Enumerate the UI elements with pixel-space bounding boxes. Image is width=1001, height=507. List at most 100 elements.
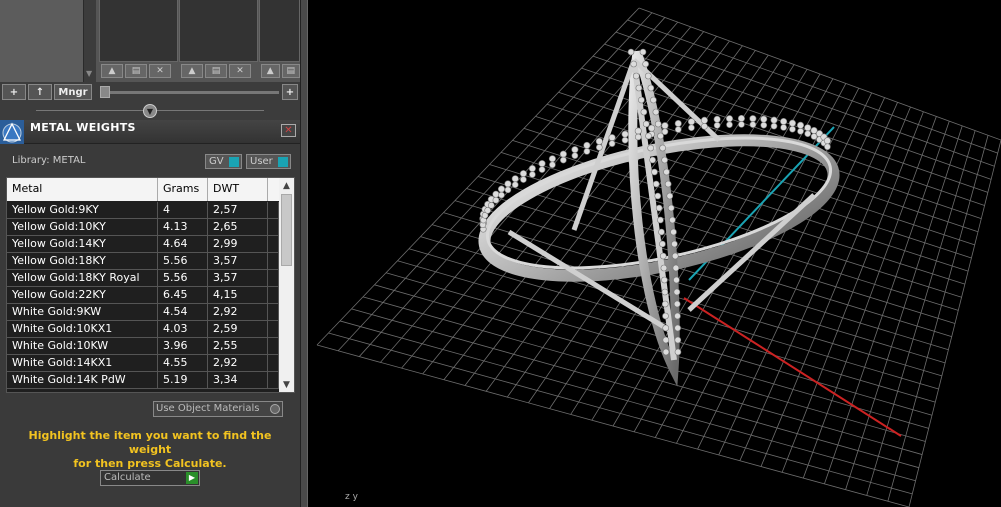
bead <box>642 120 650 128</box>
bead <box>621 136 629 144</box>
bead <box>548 155 556 163</box>
metal-weights-table: Metal Grams DWT Yellow Gold:9KY 4 2,57 Yell… <box>6 177 295 393</box>
move-up-button[interactable]: ↑ <box>28 84 52 100</box>
column-header-dwt[interactable]: DWT <box>208 178 268 201</box>
cell-empty <box>268 287 279 303</box>
material-thumbnail[interactable] <box>179 0 258 62</box>
cell-empty <box>268 253 279 269</box>
close-icon[interactable]: ✕ <box>281 124 296 137</box>
material-thumbnail[interactable] <box>99 0 178 62</box>
table-row[interactable]: White Gold:10KW 3.96 2,55 <box>7 338 279 355</box>
calculate-button[interactable]: Calculate ▶ <box>100 470 200 486</box>
user-toggle[interactable]: User <box>246 154 291 169</box>
bead <box>797 127 804 135</box>
table-row[interactable]: Yellow Gold:22KY 6.45 4,15 <box>7 287 279 304</box>
delete-icon[interactable]: ✕ <box>229 64 251 78</box>
scrollbar-thumb[interactable] <box>281 194 292 266</box>
column-header-grams[interactable]: Grams <box>158 178 208 201</box>
table-row[interactable]: Yellow Gold:14KY 4.64 2,99 <box>7 236 279 253</box>
bead <box>657 132 664 140</box>
cell-metal: White Gold:14K PdW <box>7 372 158 388</box>
table-row[interactable]: White Gold:14K PdW 5.19 3,34 <box>7 372 279 389</box>
bead <box>661 156 668 164</box>
use-object-materials-option[interactable]: Use Object Materials <box>153 401 283 417</box>
bead <box>504 180 512 188</box>
table-row[interactable]: White Gold:14KX1 4.55 2,92 <box>7 355 279 372</box>
cell-empty <box>268 355 279 371</box>
save-icon[interactable]: ▤ <box>205 64 227 78</box>
cell-dwt: 2,99 <box>208 236 268 252</box>
left-panel: ▼ ▲ ▤ ✕ ▲ ▤ ✕ ▲ ▤ + ↑ Mngr + ▼ METAL WEI… <box>0 0 300 507</box>
cell-dwt: 2,92 <box>208 304 268 320</box>
cell-empty <box>268 202 279 218</box>
bead <box>674 126 682 133</box>
axis-orientation-label: z y <box>345 492 358 502</box>
save-icon[interactable]: ▤ <box>281 64 300 78</box>
bead <box>649 156 656 164</box>
table-row[interactable]: Yellow Gold:10KY 4.13 2,65 <box>7 219 279 236</box>
3d-viewport[interactable]: z y <box>309 0 1001 507</box>
save-icon[interactable]: ▤ <box>125 64 147 78</box>
table-row[interactable]: Yellow Gold:18KY Royal 5.56 3,57 <box>7 270 279 287</box>
cell-empty <box>268 270 279 286</box>
cell-grams: 5.56 <box>158 270 208 286</box>
bead <box>583 148 591 155</box>
grid-line <box>523 127 969 272</box>
bead <box>664 180 672 188</box>
size-slider-track[interactable] <box>103 91 279 94</box>
material-thumbnail[interactable] <box>259 0 300 62</box>
ring-model[interactable] <box>473 48 845 387</box>
library-row: Library: METAL GV User <box>0 150 300 172</box>
viewport-scene[interactable] <box>309 0 1001 507</box>
thumbnail-scrollbar[interactable]: ▼ <box>84 0 96 82</box>
bead <box>673 300 681 308</box>
bead <box>635 84 643 92</box>
instruction-line-2: for then press Calculate. <box>73 457 227 470</box>
gv-indicator-icon <box>229 157 239 167</box>
bead <box>726 121 733 128</box>
table-row[interactable]: White Gold:9KW 4.54 2,92 <box>7 304 279 321</box>
move-up-icon[interactable]: ▲ <box>181 64 203 78</box>
bead <box>660 264 668 272</box>
gv-label: GV <box>209 156 224 167</box>
cell-grams: 4.13 <box>158 219 208 235</box>
bead <box>661 300 669 308</box>
gv-toggle[interactable]: GV <box>205 154 242 169</box>
library-label: Library: METAL <box>12 155 86 166</box>
bead <box>749 121 757 128</box>
radio-icon[interactable] <box>270 404 280 414</box>
scroll-up-icon[interactable]: ▲ <box>279 178 294 193</box>
thumbnail-buttons: ▲ ▤ ✕ <box>179 64 258 80</box>
manager-button[interactable]: Mngr <box>54 84 92 100</box>
move-up-icon[interactable]: ▲ <box>101 64 123 78</box>
play-icon: ▶ <box>186 472 198 484</box>
collapse-toggle-icon[interactable]: ▼ <box>143 104 157 118</box>
bead <box>638 96 645 104</box>
delete-icon[interactable]: ✕ <box>149 64 171 78</box>
cell-dwt: 2,59 <box>208 321 268 337</box>
bead <box>648 124 656 132</box>
cell-metal: Yellow Gold:18KY Royal <box>7 270 158 286</box>
scroll-down-icon[interactable]: ▼ <box>86 69 92 78</box>
bead <box>700 116 708 124</box>
table-row[interactable]: Yellow Gold:9KY 4 2,57 <box>7 202 279 219</box>
bead <box>651 168 658 176</box>
bead <box>659 144 666 152</box>
panel-splitter[interactable] <box>300 0 308 507</box>
move-up-icon[interactable]: ▲ <box>261 64 280 78</box>
table-scrollbar[interactable]: ▲ ▼ <box>279 178 294 392</box>
column-header-metal[interactable]: Metal <box>7 178 158 201</box>
size-slider-handle[interactable] <box>100 86 110 98</box>
grid-line <box>824 121 950 484</box>
table-row[interactable]: Yellow Gold:18KY 5.56 3,57 <box>7 253 279 270</box>
bead <box>529 171 536 178</box>
table-row[interactable]: White Gold:10KX1 4.03 2,59 <box>7 321 279 338</box>
bead <box>657 216 664 224</box>
add-right-button[interactable]: + <box>282 84 298 100</box>
user-indicator-icon <box>278 157 288 167</box>
add-button[interactable]: + <box>2 84 26 100</box>
scroll-down-icon[interactable]: ▼ <box>279 377 294 392</box>
app-logo-icon <box>0 120 24 144</box>
bead <box>630 60 637 68</box>
cell-dwt: 2,92 <box>208 355 268 371</box>
